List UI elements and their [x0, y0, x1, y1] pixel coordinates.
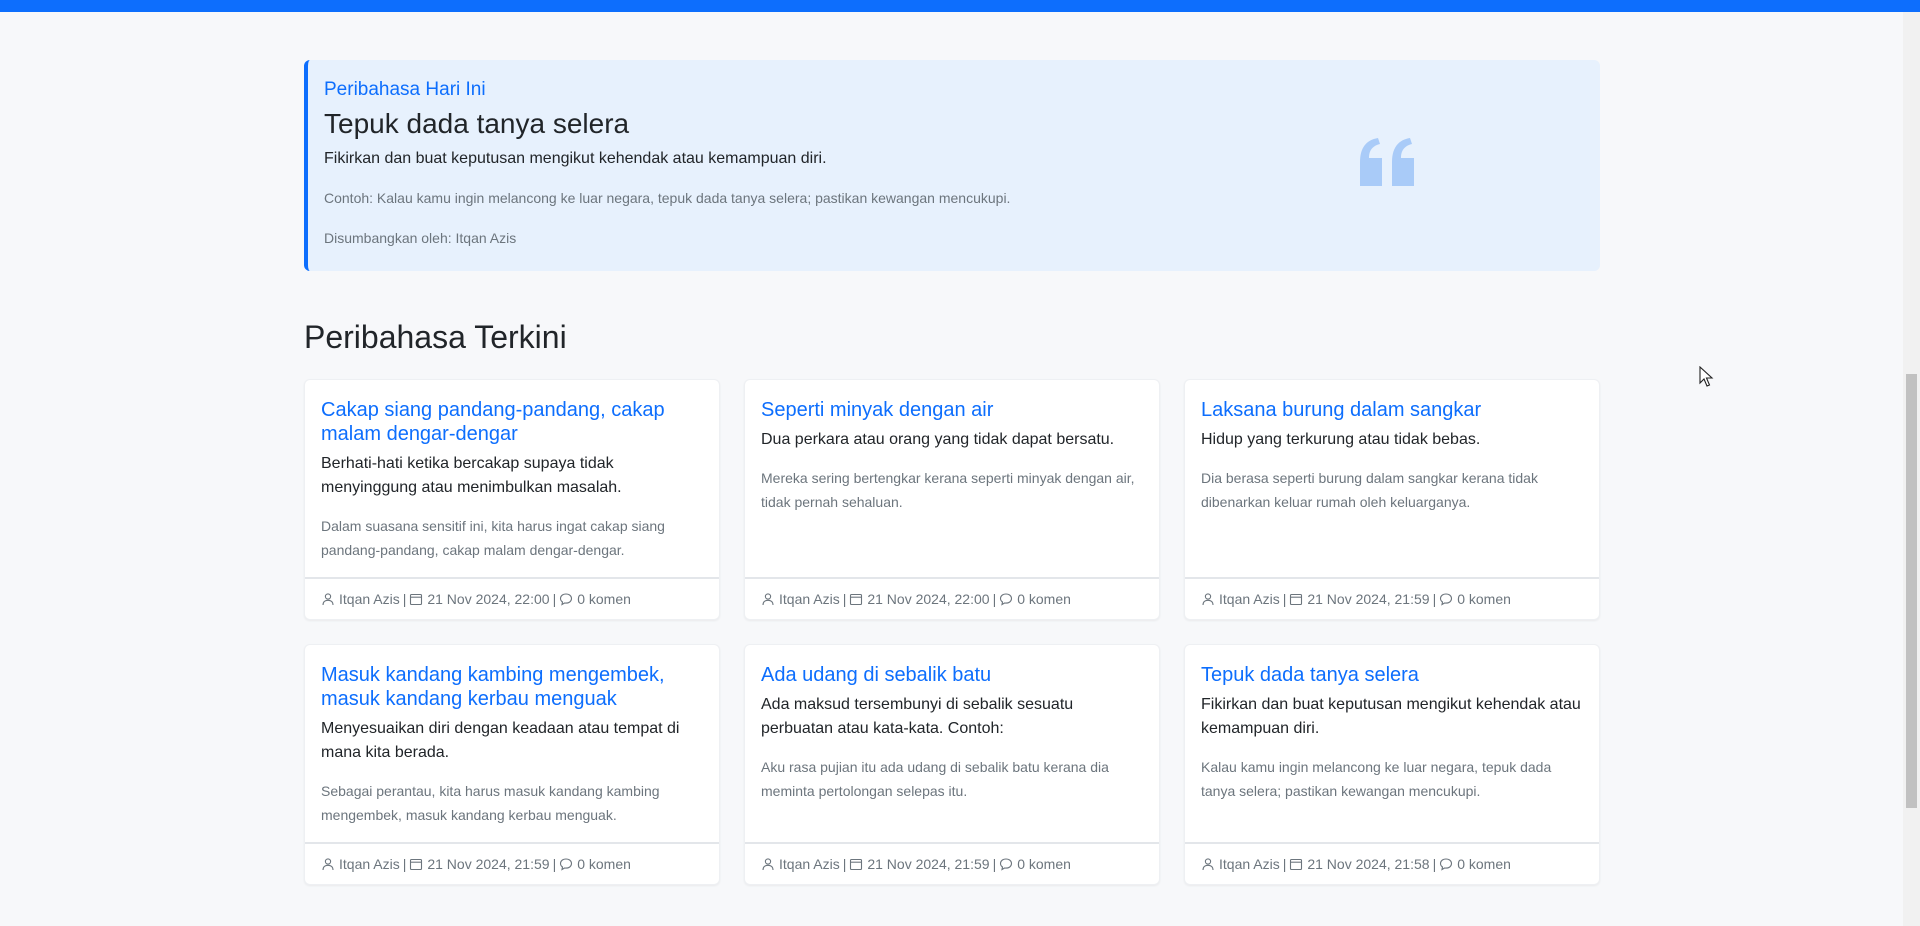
- card-footer: Itqan Azis | 21 Nov 2024, 21:58 | 0 komen: [1185, 842, 1599, 884]
- proverb-meaning: Hidup yang terkurung atau tidak bebas.: [1201, 431, 1481, 448]
- proverb-title-link[interactable]: Laksana burung dalam sangkar: [1201, 398, 1583, 422]
- card-comments[interactable]: 0 komen: [1017, 856, 1071, 872]
- card-date: 21 Nov 2024, 22:00: [867, 591, 990, 607]
- proverb-meaning: Fikirkan dan buat keputusan mengikut keh…: [1201, 696, 1581, 737]
- card-footer: Itqan Azis | 21 Nov 2024, 22:00 | 0 komen: [745, 577, 1159, 619]
- proverb-example: Sebagai perantau, kita harus masuk kanda…: [321, 783, 660, 823]
- card-author: Itqan Azis: [1219, 856, 1280, 872]
- proverb-card: Cakap siang pandang-pandang, cakap malam…: [304, 379, 720, 620]
- card-footer: Itqan Azis | 21 Nov 2024, 21:59 | 0 komen: [305, 842, 719, 884]
- proverb-example: Kalau kamu ingin melancong ke luar negar…: [1201, 759, 1552, 799]
- featured-author: Disumbangkan oleh: Itqan Azis: [324, 230, 517, 246]
- proverb-meaning: Menyesuaikan diri dengan keadaan atau te…: [321, 720, 680, 761]
- calendar-icon: [850, 593, 863, 606]
- card-footer: Itqan Azis | 21 Nov 2024, 21:59 | 0 komen: [745, 842, 1159, 884]
- card-author: Itqan Azis: [779, 591, 840, 607]
- proverb-title-link[interactable]: Ada udang di sebalik batu: [761, 663, 1143, 687]
- card-author: Itqan Azis: [339, 856, 400, 872]
- comment-icon: [1000, 593, 1013, 606]
- proverb-card: Tepuk dada tanya selera Fikirkan dan bua…: [1184, 644, 1600, 885]
- proverb-meaning: Berhati-hati ketika bercakap supaya tida…: [321, 455, 622, 496]
- calendar-icon: [850, 858, 863, 871]
- proverb-meaning: Dua perkara atau orang yang tidak dapat …: [761, 431, 1115, 448]
- proverb-title-link[interactable]: Cakap siang pandang-pandang, cakap malam…: [321, 398, 703, 446]
- featured-proverb-card: Peribahasa Hari Ini Tepuk dada tanya sel…: [304, 60, 1600, 271]
- card-comments[interactable]: 0 komen: [1017, 591, 1071, 607]
- main-container: Peribahasa Hari Ini Tepuk dada tanya sel…: [304, 60, 1600, 885]
- card-footer: Itqan Azis | 21 Nov 2024, 21:59 | 0 komen: [1185, 577, 1599, 619]
- proverb-example: Mereka sering bertengkar kerana seperti …: [761, 470, 1135, 510]
- comment-icon: [560, 593, 573, 606]
- card-author: Itqan Azis: [339, 591, 400, 607]
- proverb-title-link[interactable]: Tepuk dada tanya selera: [1201, 663, 1583, 687]
- card-comments[interactable]: 0 komen: [577, 856, 631, 872]
- card-date: 21 Nov 2024, 22:00: [427, 591, 550, 607]
- page-scrollbar[interactable]: [1903, 12, 1920, 926]
- card-comments[interactable]: 0 komen: [1457, 856, 1511, 872]
- card-comments[interactable]: 0 komen: [577, 591, 631, 607]
- calendar-icon: [410, 593, 423, 606]
- card-date: 21 Nov 2024, 21:59: [1307, 591, 1430, 607]
- calendar-icon: [1290, 593, 1303, 606]
- user-icon: [762, 858, 774, 871]
- user-icon: [762, 593, 774, 606]
- user-icon: [322, 858, 334, 871]
- proverb-example: Dalam suasana sensitif ini, kita harus i…: [321, 518, 665, 558]
- quote-icon: [1360, 138, 1414, 186]
- proverb-card: Ada udang di sebalik batu Ada maksud ter…: [744, 644, 1160, 885]
- card-date: 21 Nov 2024, 21:58: [1307, 856, 1430, 872]
- card-footer: Itqan Azis | 21 Nov 2024, 22:00 | 0 komen: [305, 577, 719, 619]
- proverb-example: Aku rasa pujian itu ada udang di sebalik…: [761, 759, 1109, 799]
- calendar-icon: [1290, 858, 1303, 871]
- proverb-title-link[interactable]: Seperti minyak dengan air: [761, 398, 1143, 422]
- user-icon: [322, 593, 334, 606]
- proverb-meaning: Ada maksud tersembunyi di sebalik sesuat…: [761, 696, 1074, 737]
- comment-icon: [1000, 858, 1013, 871]
- proverb-example: Dia berasa seperti burung dalam sangkar …: [1201, 470, 1538, 510]
- card-date: 21 Nov 2024, 21:59: [867, 856, 990, 872]
- comment-icon: [1440, 593, 1453, 606]
- featured-kicker: Peribahasa Hari Ini: [324, 79, 486, 100]
- proverb-card: Masuk kandang kambing mengembek, masuk k…: [304, 644, 720, 885]
- latest-section-heading: Peribahasa Terkini: [304, 319, 567, 355]
- proverb-card: Seperti minyak dengan air Dua perkara at…: [744, 379, 1160, 620]
- calendar-icon: [410, 858, 423, 871]
- mouse-cursor-icon: [1699, 366, 1714, 387]
- scrollbar-thumb[interactable]: [1906, 374, 1917, 808]
- comment-icon: [1440, 858, 1453, 871]
- proverb-grid: Cakap siang pandang-pandang, cakap malam…: [304, 379, 1600, 885]
- comment-icon: [560, 858, 573, 871]
- user-icon: [1202, 858, 1214, 871]
- card-author: Itqan Azis: [1219, 591, 1280, 607]
- proverb-title-link[interactable]: Masuk kandang kambing mengembek, masuk k…: [321, 663, 703, 711]
- card-author: Itqan Azis: [779, 856, 840, 872]
- top-accent-bar: [0, 0, 1920, 12]
- card-comments[interactable]: 0 komen: [1457, 591, 1511, 607]
- user-icon: [1202, 593, 1214, 606]
- proverb-card: Laksana burung dalam sangkar Hidup yang …: [1184, 379, 1600, 620]
- card-date: 21 Nov 2024, 21:59: [427, 856, 550, 872]
